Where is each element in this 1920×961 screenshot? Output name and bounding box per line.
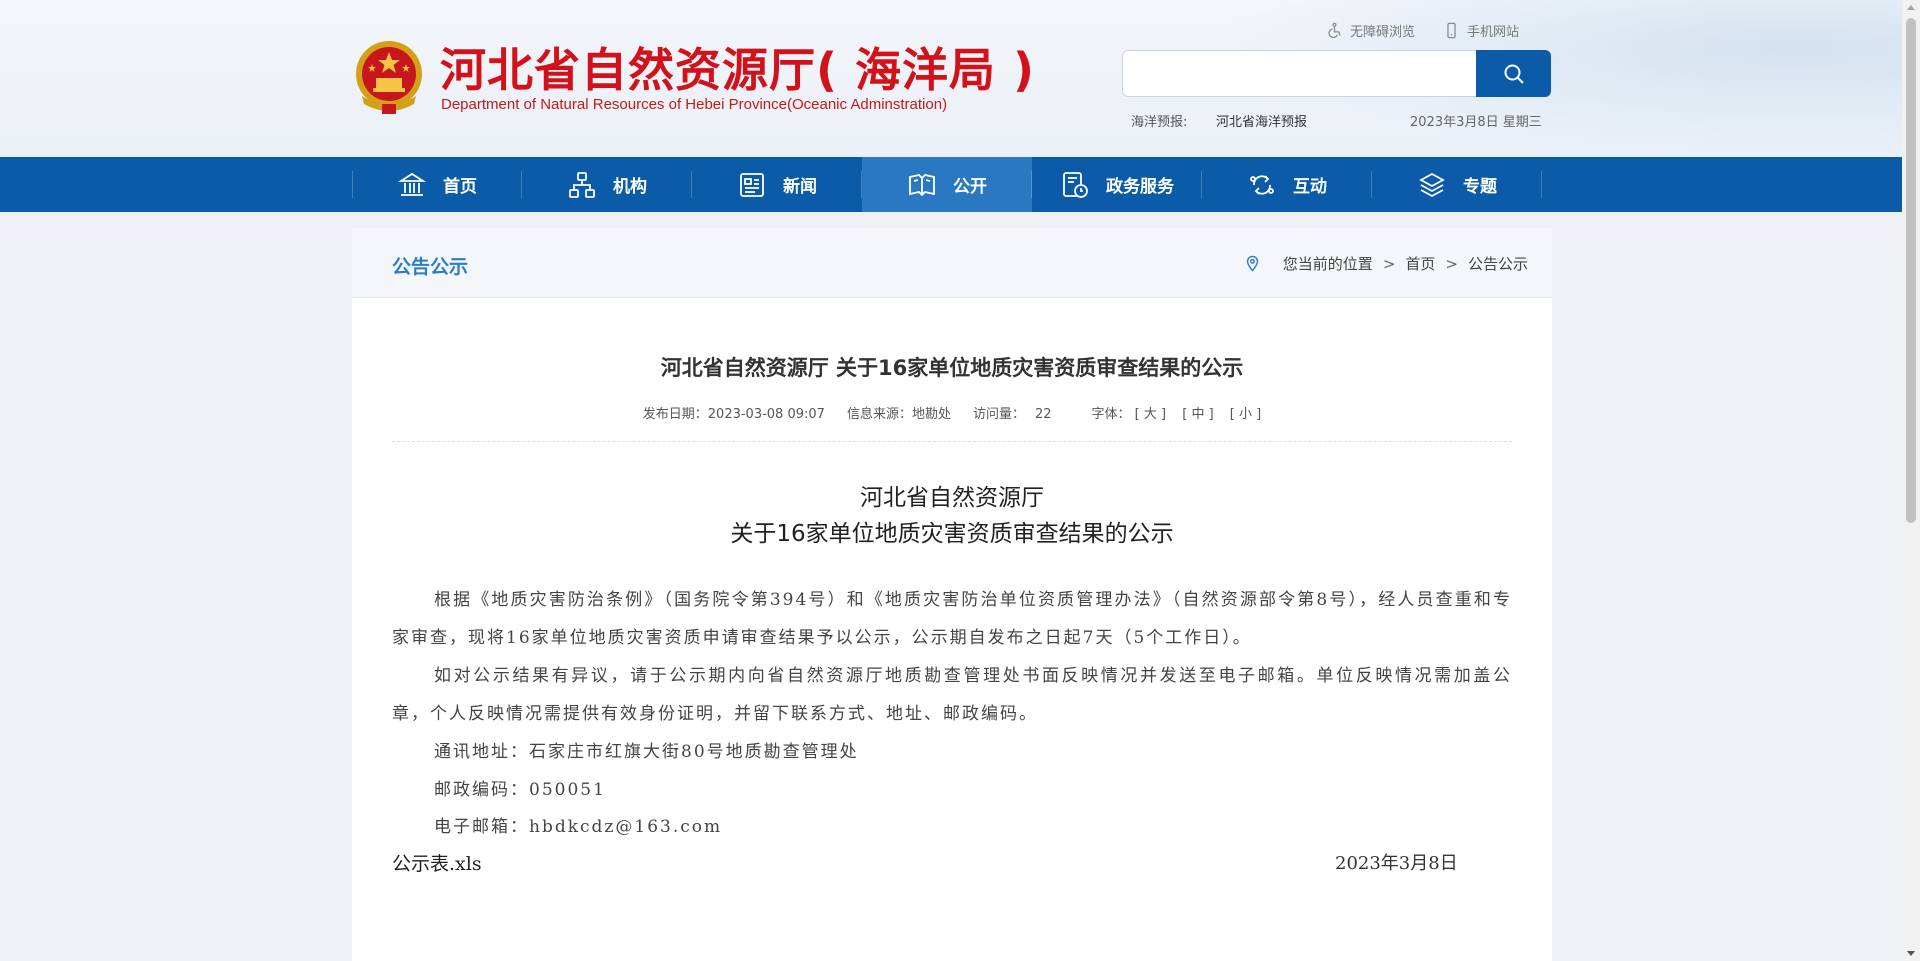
body-paragraph-2: 如对公示结果有异议，请于公示期内向省自然资源厅地质勘查管理处书面反映情况并发送至…: [392, 666, 1512, 724]
main-nav: 首页 机构 新闻 公开 政务服务 互动 专题: [0, 157, 1902, 212]
top-links: 无障碍浏览 手机网站: [1326, 20, 1519, 40]
content-panel: 公告公示 您当前的位置 > 首页 > 公告公示 河北省自然资源厅 关于16家单位…: [352, 228, 1552, 961]
mobile-site-link[interactable]: 手机网站: [1443, 20, 1519, 40]
layers-icon: [1419, 172, 1445, 197]
site-title[interactable]: 河北省自然资源厅( 海洋局 ): [440, 34, 1035, 100]
breadcrumb-separator: >: [1382, 254, 1396, 273]
site-subtitle: Department of Natural Resources of Hebei…: [441, 96, 948, 113]
nav-item-label: 政务服务: [1106, 177, 1174, 197]
scroll-up-arrow[interactable]: [1907, 5, 1915, 10]
nav-item-gov-services[interactable]: 政务服务: [1032, 157, 1202, 212]
scroll-thumb[interactable]: [1906, 18, 1916, 523]
nav-item-label: 新闻: [783, 177, 817, 197]
mailing-address: 通讯地址：石家庄市红旗大街80号地质勘查管理处: [434, 742, 859, 762]
open-book-icon: [909, 173, 935, 196]
search-button[interactable]: [1476, 50, 1551, 97]
org-chart-icon: [569, 171, 595, 198]
page-scrollbar[interactable]: [1902, 0, 1920, 961]
visit-count: 访问量： 22: [973, 403, 1052, 422]
font-size-label: 字体：: [1091, 407, 1131, 422]
breadcrumb-prefix: 您当前的位置: [1282, 255, 1373, 273]
national-emblem-logo[interactable]: [352, 38, 426, 116]
article-meta: 发布日期：2023-03-08 09:07 信息来源：地勘处 访问量： 22 字体…: [352, 403, 1552, 422]
font-size-small-button[interactable]: [ 小 ]: [1230, 407, 1261, 422]
wheelchair-icon: [1328, 22, 1341, 38]
nav-item-open[interactable]: 公开: [862, 157, 1032, 212]
nav-item-home[interactable]: 首页: [352, 157, 522, 212]
font-size-medium-button[interactable]: [ 中 ]: [1182, 407, 1213, 422]
postal-code: 邮政编码：050051: [434, 780, 606, 800]
breadcrumb-home-link[interactable]: 首页: [1405, 253, 1435, 274]
nav-item-interaction[interactable]: 互动: [1202, 157, 1372, 212]
header-date: 2023年3月8日 星期三: [1410, 115, 1542, 130]
article-title: 河北省自然资源厅 关于16家单位地质灾害资质审查结果的公示: [660, 356, 1244, 380]
info-source: 信息来源：地勘处: [846, 407, 951, 422]
accessibility-link-label: 无障碍浏览: [1350, 24, 1416, 40]
attachment-link[interactable]: 公示表.xls: [392, 845, 482, 883]
mobile-site-link-label: 手机网站: [1467, 24, 1520, 40]
nav-item-news[interactable]: 新闻: [692, 157, 862, 212]
breadcrumb: 您当前的位置 > 首页 > 公告公示: [1244, 253, 1528, 274]
breadcrumb-current-link[interactable]: 公告公示: [1468, 253, 1528, 274]
nav-item-label: 公开: [953, 177, 987, 197]
home-icon: [397, 172, 427, 196]
mobile-phone-icon: [1447, 22, 1456, 38]
search-icon: [1504, 64, 1524, 84]
search-input[interactable]: [1122, 50, 1476, 97]
document-heading-line1: 河北省自然资源厅: [860, 485, 1044, 511]
ocean-forecast-label: 海洋预报:: [1131, 115, 1188, 130]
section-title: 公告公示: [392, 256, 469, 278]
site-header: 河北省自然资源厅( 海洋局 ) Department of Natural Re…: [0, 0, 1902, 157]
interaction-icon: [1250, 174, 1274, 195]
breadcrumb-separator: >: [1445, 254, 1458, 273]
font-size-large-button[interactable]: [ 大 ]: [1135, 407, 1166, 422]
nav-item-label: 首页: [443, 177, 477, 197]
news-icon: [740, 172, 764, 197]
body-paragraph-1: 根据《地质灾害防治条例》（国务院令第394号）和《地质灾害防治单位资质管理办法》…: [392, 590, 1512, 648]
visit-count-value: 22: [1034, 407, 1052, 422]
ocean-forecast-link[interactable]: 河北省海洋预报: [1216, 111, 1307, 130]
nav-item-label: 机构: [613, 177, 647, 197]
nav-item-label: 专题: [1463, 177, 1497, 197]
nav-item-topics[interactable]: 专题: [1372, 157, 1542, 212]
scroll-down-arrow[interactable]: [1907, 951, 1915, 956]
signature-date: 2023年3月8日: [1335, 853, 1458, 874]
accessibility-link[interactable]: 无障碍浏览: [1326, 20, 1415, 40]
meta-divider: [392, 441, 1512, 442]
nav-item-organization[interactable]: 机构: [522, 157, 692, 212]
section-header: 公告公示 您当前的位置 > 首页 > 公告公示: [352, 228, 1552, 298]
publish-date: 发布日期：2023-03-08 09:07: [642, 407, 825, 422]
nav-item-label: 互动: [1293, 177, 1327, 197]
font-size-controls: 字体： [ 大 ] [ 中 ] [ 小 ]: [1092, 403, 1262, 422]
location-pin-icon: [1246, 255, 1258, 272]
visit-count-label: 访问量：: [972, 407, 1025, 422]
contact-email: 电子邮箱：hbdkcdz@163.com: [434, 817, 723, 837]
service-icon: [1063, 171, 1088, 198]
document-heading-line2: 关于16家单位地质灾害资质审查结果的公示: [730, 521, 1174, 547]
